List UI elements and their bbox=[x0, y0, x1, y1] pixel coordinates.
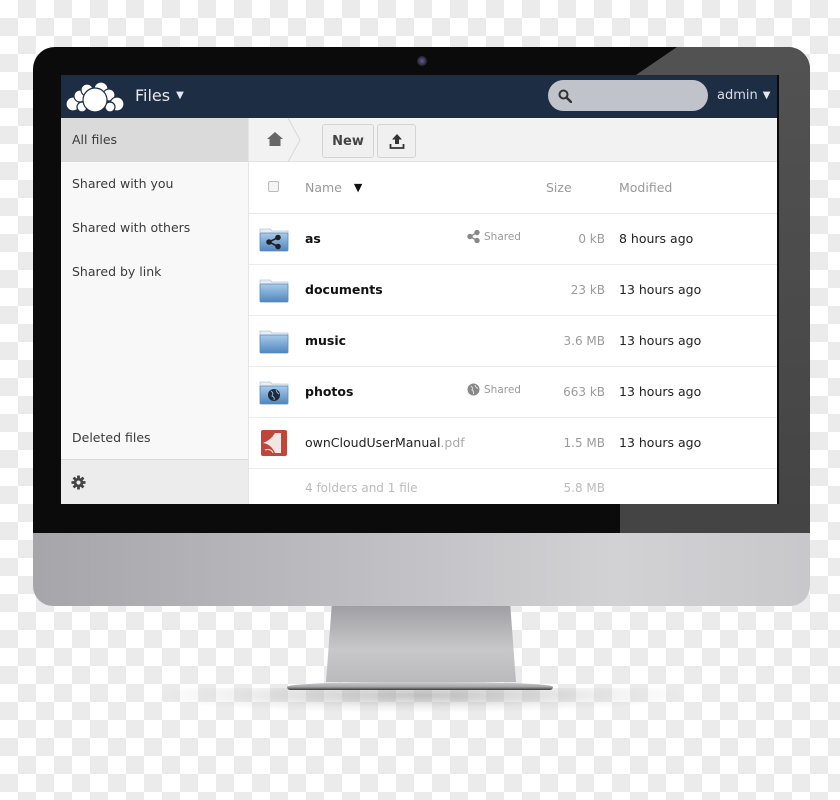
sidebar-item-shared-by-link[interactable]: Shared by link bbox=[61, 250, 248, 294]
summary-total-size: 5.8 MB bbox=[563, 481, 605, 495]
share-indicator[interactable]: Shared bbox=[467, 383, 521, 396]
camera-icon bbox=[417, 56, 427, 66]
file-modified: 13 hours ago bbox=[619, 333, 702, 348]
sidebar-item-all-files[interactable]: All files bbox=[61, 118, 248, 162]
file-basename: ownCloudUserManual bbox=[305, 435, 441, 450]
caret-down-icon: ▼ bbox=[762, 90, 771, 101]
new-button[interactable]: New bbox=[322, 124, 374, 158]
file-row[interactable]: photos Shared 663 kB 13 hours ago bbox=[249, 367, 779, 418]
file-modified: 8 hours ago bbox=[619, 231, 694, 246]
screen-edge bbox=[777, 75, 779, 504]
gear-icon[interactable] bbox=[71, 475, 86, 490]
file-row[interactable]: as Shared 0 kB 8 hours ago bbox=[249, 214, 779, 265]
controls-bar: New bbox=[249, 118, 779, 162]
upload-button[interactable] bbox=[377, 124, 416, 158]
file-list-header: Name ▼ Size Modified bbox=[249, 163, 779, 214]
sidebar-item-shared-with-others[interactable]: Shared with others bbox=[61, 206, 248, 250]
shared-folder-icon bbox=[259, 228, 289, 252]
file-row[interactable]: documents 23 kB 13 hours ago bbox=[249, 265, 779, 316]
column-header-name[interactable]: Name ▼ bbox=[305, 180, 362, 195]
file-list-summary: 4 folders and 1 file 5.8 MB bbox=[249, 469, 779, 504]
breadcrumb-separator bbox=[287, 118, 301, 162]
sidebar-item-deleted-files[interactable]: Deleted files bbox=[61, 417, 248, 459]
breadcrumb-home[interactable] bbox=[249, 118, 301, 162]
file-extension: .pdf bbox=[440, 435, 465, 450]
monitor-stand-neck bbox=[326, 606, 516, 682]
public-folder-icon bbox=[259, 381, 289, 405]
file-row[interactable]: music 3.6 MB 13 hours ago bbox=[249, 316, 779, 367]
app-title: Files bbox=[135, 86, 171, 105]
search-field[interactable] bbox=[548, 80, 708, 111]
monitor-stand-base bbox=[287, 682, 553, 690]
file-name[interactable]: photos bbox=[305, 384, 353, 399]
sidebar-item-shared-with-you[interactable]: Shared with you bbox=[61, 162, 248, 206]
file-name[interactable]: as bbox=[305, 231, 321, 246]
header-bar: Files ▼ admin ▼ bbox=[61, 75, 779, 118]
search-icon bbox=[558, 89, 572, 103]
share-label: Shared bbox=[484, 230, 521, 243]
folder-icon bbox=[259, 330, 289, 354]
file-name[interactable]: music bbox=[305, 333, 346, 348]
sort-descending-icon: ▼ bbox=[353, 181, 363, 194]
folder-icon bbox=[259, 279, 289, 303]
home-icon bbox=[267, 132, 283, 146]
screen: Files ▼ admin ▼ All files Shared with yo… bbox=[61, 75, 779, 504]
settings-bar bbox=[61, 459, 248, 504]
column-name-label: Name bbox=[305, 180, 342, 195]
stand-shadow bbox=[160, 688, 680, 712]
file-list: Name ▼ Size Modified as Shared 0 kB 8 ho… bbox=[249, 163, 779, 504]
file-name[interactable]: documents bbox=[305, 282, 383, 297]
column-header-modified[interactable]: Modified bbox=[619, 180, 672, 195]
username: admin bbox=[717, 88, 758, 103]
file-size: 3.6 MB bbox=[563, 334, 605, 348]
file-name[interactable]: ownCloudUserManual.pdf bbox=[305, 435, 465, 450]
file-size: 1.5 MB bbox=[563, 436, 605, 450]
column-header-size[interactable]: Size bbox=[546, 180, 572, 195]
select-all-checkbox[interactable] bbox=[268, 181, 279, 192]
monitor-chin bbox=[33, 533, 810, 606]
summary-count: 4 folders and 1 file bbox=[305, 481, 418, 495]
file-modified: 13 hours ago bbox=[619, 384, 702, 399]
pdf-icon bbox=[261, 430, 287, 456]
share-icon bbox=[467, 230, 480, 243]
app-menu-button[interactable]: Files ▼ bbox=[135, 86, 184, 105]
sidebar: All files Shared with you Shared with ot… bbox=[61, 118, 249, 504]
share-label: Shared bbox=[484, 383, 521, 396]
globe-icon bbox=[467, 383, 480, 396]
search-input[interactable] bbox=[578, 88, 698, 103]
file-modified: 13 hours ago bbox=[619, 435, 702, 450]
upload-icon bbox=[389, 134, 404, 149]
caret-down-icon: ▼ bbox=[176, 90, 184, 101]
file-modified: 13 hours ago bbox=[619, 282, 702, 297]
owncloud-logo-icon[interactable] bbox=[65, 80, 127, 114]
user-menu-button[interactable]: admin ▼ bbox=[717, 88, 770, 103]
file-size: 0 kB bbox=[578, 232, 605, 246]
share-indicator[interactable]: Shared bbox=[467, 230, 521, 243]
file-size: 23 kB bbox=[570, 283, 605, 297]
file-size: 663 kB bbox=[563, 385, 605, 399]
file-row[interactable]: ownCloudUserManual.pdf 1.5 MB 13 hours a… bbox=[249, 418, 779, 469]
